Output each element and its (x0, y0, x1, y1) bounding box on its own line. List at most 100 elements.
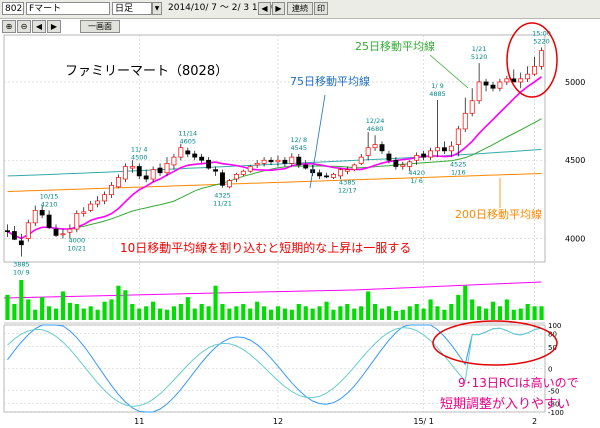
candle (46, 214, 52, 228)
volume-bar (178, 304, 183, 320)
volume-bar (144, 306, 149, 320)
volume-bar (262, 306, 267, 320)
price-annotation: 4420 (408, 169, 425, 177)
volume-bar (359, 306, 364, 320)
candle (261, 159, 267, 164)
candle (157, 167, 163, 174)
price-annotation: 12/17 (338, 186, 357, 194)
candle (504, 78, 510, 83)
volume-bar (393, 310, 398, 320)
volume-bar (470, 299, 475, 320)
volume-bar (310, 308, 315, 320)
volume-bar (428, 299, 433, 320)
candle (400, 164, 406, 167)
candle (435, 147, 440, 152)
candle (5, 230, 10, 233)
volume-bar (220, 304, 225, 320)
volume-bar (456, 294, 461, 320)
volume-bar (296, 304, 301, 320)
candle (365, 147, 371, 156)
x-tick-label: 2 (532, 417, 537, 426)
volume-bar (164, 309, 170, 320)
volume-bar (435, 306, 440, 320)
candle (116, 177, 121, 188)
candle (136, 166, 142, 177)
candle (275, 159, 281, 163)
candle (32, 209, 38, 224)
x-tick-label: 15/ 1 (413, 417, 434, 426)
price-annotation: 11/14 (178, 130, 197, 138)
volume-bar (199, 304, 204, 320)
candle (476, 81, 482, 102)
volume-bar (463, 285, 468, 320)
candle (268, 159, 274, 163)
price-annotation: 4500 (131, 153, 148, 161)
candle (53, 228, 59, 236)
price-annotation: 10/15 (40, 192, 59, 200)
volume-bar (338, 306, 343, 320)
candle (129, 166, 135, 169)
volume-bar (483, 308, 489, 320)
volume-bar (5, 294, 10, 320)
candle (164, 163, 170, 174)
candle (67, 228, 73, 233)
price-tick-label: 4500 (565, 156, 585, 165)
candle (289, 156, 295, 164)
volume-bar (102, 301, 107, 320)
candle (539, 50, 544, 67)
volume-bar (372, 304, 378, 320)
candle (448, 145, 454, 152)
price-annotation: 4325 (214, 192, 231, 200)
volume-bar (171, 306, 177, 320)
volume-bar (539, 306, 544, 320)
price-annotation: 1/ 9 (431, 82, 444, 90)
candle (462, 112, 468, 130)
candle (532, 65, 538, 75)
stock-chart: 40004500500011 12 15/ 1 210080500-50-80-100… (3, 22, 585, 426)
candle (185, 150, 191, 155)
candle (518, 78, 524, 83)
price-annotation: 1/16 (451, 168, 466, 176)
volume-bar (19, 280, 24, 320)
volume-bar (192, 308, 197, 320)
volume-bar (442, 309, 447, 320)
volume-bar (123, 290, 128, 320)
volume-bar (504, 299, 509, 320)
volume-bar (477, 306, 482, 320)
chart-title: ファミリーマート（8028） (65, 64, 228, 79)
volume-bar (366, 291, 371, 320)
volume-bar (88, 306, 93, 320)
candle (199, 156, 205, 161)
x-tick-label: 11 (134, 417, 144, 426)
candle (469, 100, 475, 114)
volume-bar (317, 306, 322, 320)
price-annotation: 3885 (13, 261, 30, 269)
volume-bar (206, 306, 211, 320)
volume-bar (324, 301, 329, 320)
volume-bar (60, 291, 66, 320)
candle (226, 180, 232, 188)
candle (254, 163, 260, 166)
volume-bar (511, 309, 516, 320)
volume-bar (248, 308, 253, 320)
price-annotation: 4000 (69, 236, 86, 244)
candle (282, 159, 288, 164)
rci13-line (7, 327, 542, 407)
volume-bar (331, 309, 336, 320)
rci-highlight-circle (432, 320, 558, 366)
ma25-label: 25日移動平均線 (355, 39, 435, 53)
candle (337, 169, 343, 177)
candle (171, 156, 177, 166)
rci-callout-line1: 9･13日RCIは高いので (458, 375, 579, 390)
volume-bar (407, 306, 412, 320)
volume-bar (12, 304, 17, 320)
candle (525, 73, 531, 80)
volume-bar (40, 297, 45, 320)
volume-bar (227, 308, 232, 320)
volume-bar (157, 308, 163, 320)
volume-bar (268, 309, 274, 320)
candle (358, 156, 364, 164)
candle (143, 175, 149, 180)
price-annotation: 4525 (450, 160, 467, 168)
volume-bar (109, 299, 114, 320)
